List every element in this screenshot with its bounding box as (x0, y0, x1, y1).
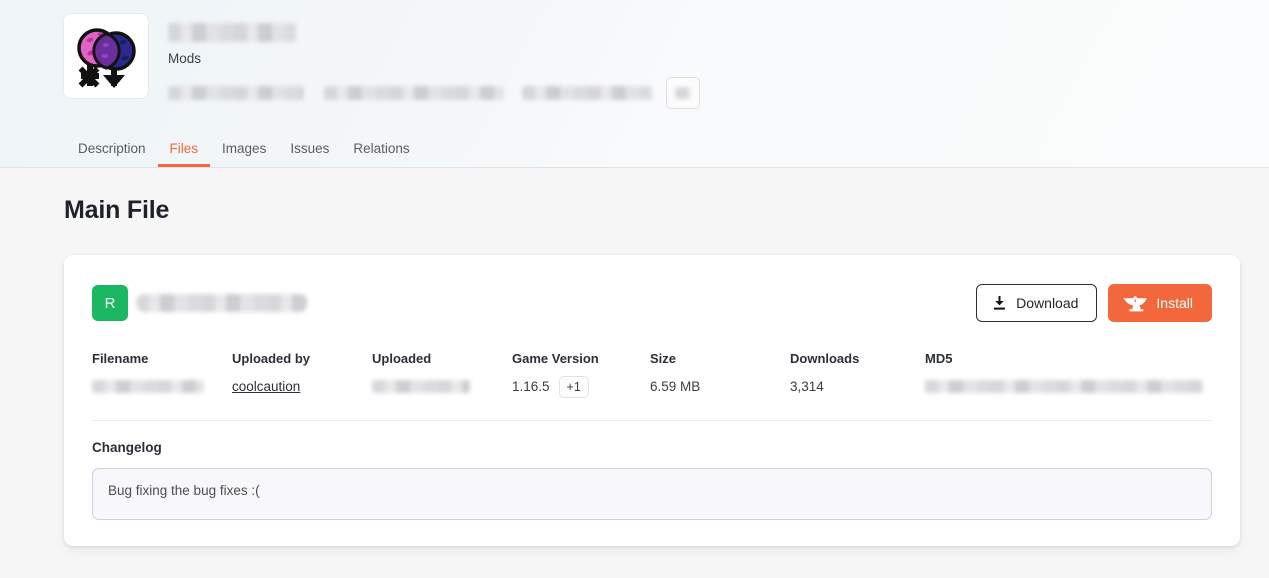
tab-images[interactable]: Images (210, 141, 278, 168)
cell-md5 (925, 376, 1212, 399)
changelog-title: Changelog (92, 440, 162, 456)
column-header-uploaded-by: Uploaded by (232, 351, 311, 366)
column-header-downloads: Downloads (790, 351, 860, 366)
project-avatar (64, 14, 148, 98)
project-header-inner: Mods (0, 14, 1269, 109)
uploaded-date-redacted (372, 380, 470, 394)
file-action-buttons: Download Install (976, 284, 1212, 322)
main-file-card: R Download Install Filename Uploaded by … (64, 255, 1240, 547)
uploader-link[interactable]: coolcaution (232, 379, 300, 395)
game-version-wrap: 1.16.5 +1 (512, 375, 589, 399)
download-button[interactable]: Download (976, 284, 1098, 322)
column-header-size: Size (650, 351, 677, 366)
download-button-label: Download (1016, 295, 1079, 311)
release-type-badge: R (92, 285, 128, 321)
project-stats-row (168, 76, 1269, 109)
cell-downloads: 3,314 (790, 378, 824, 394)
game-version-more-chip[interactable]: +1 (558, 375, 589, 399)
download-arrow-icon (992, 295, 1007, 311)
filename-value-redacted (92, 380, 204, 394)
file-identity: R (92, 285, 308, 321)
md5-value-redacted (925, 380, 1203, 394)
cell-game-version: 1.16.5 +1 (512, 375, 650, 399)
project-tabs: Description Files Images Issues Relation… (64, 141, 422, 168)
project-category-label: Mods (168, 51, 202, 66)
file-display-name-redacted (136, 294, 308, 312)
page-title: Main File (64, 196, 170, 224)
install-button-label: Install (1156, 295, 1193, 311)
cell-uploaded (372, 376, 512, 399)
column-header-md5: MD5 (925, 351, 953, 366)
project-stat-redacted-2 (324, 85, 504, 100)
cell-size: 6.59 MB (650, 378, 701, 394)
cell-uploaded-by: coolcaution (232, 376, 372, 399)
project-stat-box[interactable] (666, 76, 700, 109)
file-card-header: R Download Install (92, 284, 1212, 322)
column-header-game-version: Game Version (512, 351, 599, 366)
column-header-uploaded: Uploaded (372, 351, 432, 366)
tab-issues[interactable]: Issues (278, 141, 341, 168)
changelog-content: Bug fixing the bug fixes :( (92, 468, 1212, 521)
tab-files[interactable]: Files (157, 141, 211, 167)
install-button[interactable]: Install (1108, 284, 1212, 322)
cell-filename (92, 376, 232, 399)
two-planets-gender-symbol-logo-icon (70, 20, 142, 92)
tab-relations[interactable]: Relations (341, 141, 421, 168)
file-detail-table: Filename Uploaded by Uploaded Game Versi… (92, 351, 1212, 399)
project-title-redacted (168, 23, 296, 42)
game-version-value: 1.16.5 (512, 378, 550, 394)
project-stat-redacted-3 (522, 85, 652, 100)
project-header: Mods Description Files Images Issues Rel… (0, 0, 1269, 168)
project-stat-box-redacted (675, 86, 691, 99)
column-header-filename: Filename (92, 351, 149, 366)
card-divider (92, 420, 1212, 422)
curseforge-anvil-icon (1123, 295, 1147, 312)
project-stat-redacted-1 (168, 85, 304, 100)
main-content: Main File R Download Install Filename Up… (0, 168, 1269, 547)
project-header-meta: Mods (148, 14, 1269, 109)
tab-description[interactable]: Description (64, 141, 158, 168)
